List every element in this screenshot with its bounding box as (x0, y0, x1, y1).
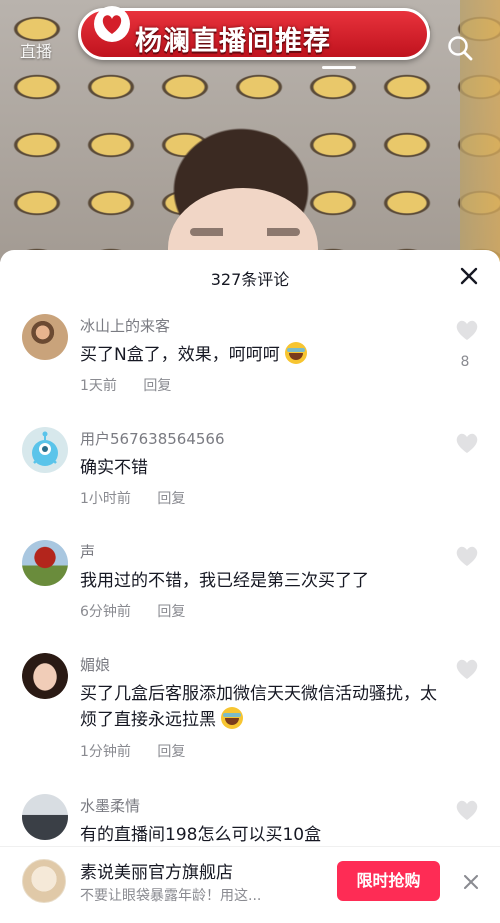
reply-button[interactable]: 回复 (157, 604, 185, 620)
comment-username[interactable]: 用户567638564566 (80, 428, 225, 449)
search-icon[interactable] (446, 34, 474, 62)
comment-username[interactable]: 声 (80, 541, 95, 562)
comments-sheet: 327条评论 冰山上的来客 买了N盒了，效果，呵呵呵 1天前 回复 8 用户56… (0, 250, 500, 923)
banner-title: 杨澜直播间推荐 (135, 26, 331, 57)
comments-header: 327条评论 (0, 250, 500, 302)
comment-time: 6分钟前 (80, 604, 131, 620)
comment-text: 买了N盒了，效果，呵呵呵 (80, 342, 440, 368)
close-icon[interactable] (464, 875, 478, 889)
comment-text: 买了几盒后客服添加微信天天微信活动骚扰，太烦了直接永远拉黑 (80, 684, 437, 730)
avatar[interactable] (22, 314, 68, 360)
comment-meta: 6分钟前 回复 (80, 601, 185, 621)
comments-count-title: 327条评论 (210, 270, 290, 289)
flash-sale-buy-button[interactable]: 限时抢购 (337, 861, 440, 901)
laughing-tears-emoji-icon (285, 342, 308, 364)
reply-button[interactable]: 回复 (143, 378, 171, 394)
comment-meta: 1分钟前 回复 (80, 741, 185, 761)
comment-item[interactable]: 用户567638564566 确实不错 1小时前 回复 (0, 415, 500, 528)
comment-meta: 1天前 回复 (80, 375, 171, 395)
comment-time: 1天前 (80, 378, 117, 394)
shop-logo[interactable] (22, 859, 66, 903)
heart-icon (94, 6, 130, 42)
comment-item[interactable]: 冰山上的来客 买了N盒了，效果，呵呵呵 1天前 回复 8 (0, 302, 500, 415)
comment-meta: 1小时前 回复 (80, 488, 185, 508)
comment-item[interactable]: 声 我用过的不错，我已经是第三次买了了 6分钟前 回复 (0, 528, 500, 641)
comment-username[interactable]: 冰山上的来客 (80, 315, 170, 336)
avatar[interactable] (22, 794, 68, 840)
avatar[interactable] (22, 653, 68, 699)
host-eyebrows (190, 228, 300, 236)
heart-like-icon[interactable] (454, 544, 480, 568)
comment-time: 1分钟前 (80, 744, 131, 760)
product-description: 不要让眼袋暴露年龄！用这... (80, 888, 262, 904)
comment-item[interactable]: 媚娘 买了几盒后客服添加微信天天微信活动骚扰，太烦了直接永远拉黑 1分钟前 回复 (0, 641, 500, 781)
heart-like-icon[interactable] (454, 657, 480, 681)
robot-avatar-icon (32, 431, 58, 466)
comment-username[interactable]: 水墨柔情 (80, 795, 140, 816)
close-icon[interactable] (460, 267, 478, 285)
heart-like-icon[interactable] (454, 431, 480, 455)
heart-like-icon[interactable] (454, 798, 480, 822)
product-promo-bar[interactable]: 素说美丽官方旗舰店 不要让眼袋暴露年龄！用这... 限时抢购 (0, 846, 500, 923)
nav-live[interactable]: 直播 (20, 38, 52, 62)
avatar[interactable] (22, 540, 68, 586)
laughing-tears-emoji-icon (221, 707, 244, 729)
like-count: 8 (460, 354, 470, 370)
comment-username[interactable]: 媚娘 (80, 654, 110, 675)
heart-like-icon[interactable] (454, 318, 480, 342)
comment-text: 我用过的不错，我已经是第三次买了了 (80, 571, 369, 591)
avatar[interactable] (22, 427, 68, 473)
comment-text: 确实不错 (80, 458, 148, 478)
reply-button[interactable]: 回复 (157, 491, 185, 507)
comment-time: 1小时前 (80, 491, 131, 507)
comment-text: 有的直播间198怎么可以买10盒 (80, 825, 322, 845)
reply-button[interactable]: 回复 (157, 744, 185, 760)
shop-name[interactable]: 素说美丽官方旗舰店 (80, 858, 233, 883)
nav-active-indicator (322, 66, 356, 69)
